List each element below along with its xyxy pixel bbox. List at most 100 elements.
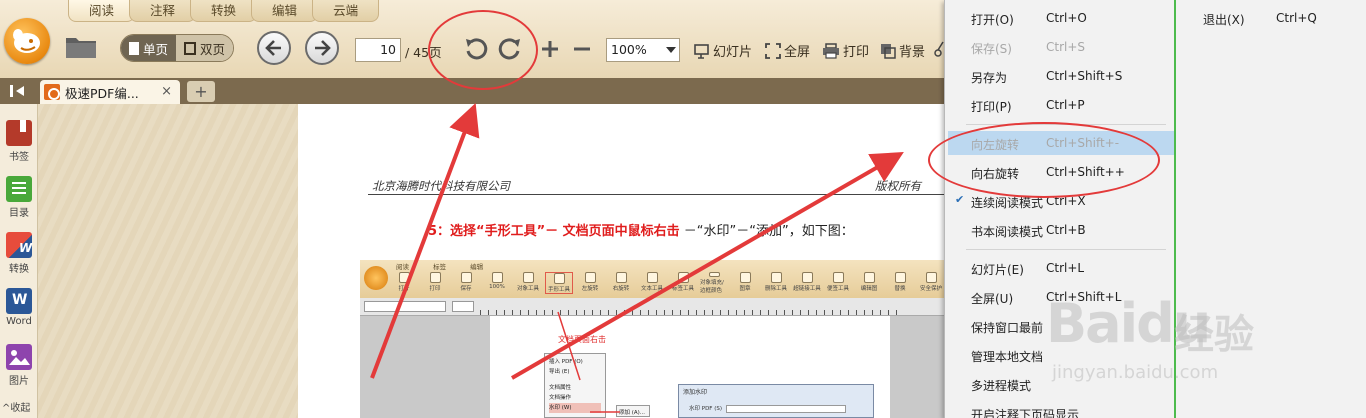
embedded-tool-label: 文本工具 — [640, 286, 663, 292]
embedded-tabs: 阅读 标签 编辑 — [396, 263, 484, 271]
sidebar-item-label: 图片 — [9, 376, 29, 387]
slideshow-button[interactable]: 幻灯片 — [694, 41, 752, 60]
menu-item[interactable]: 打印(P) Ctrl+P — [948, 93, 1174, 117]
embedded-tool-icon — [832, 272, 844, 283]
embedded-dialog-input — [726, 404, 846, 413]
rotate-right-button[interactable] — [497, 36, 523, 62]
sidebar-item-label: Word — [6, 316, 32, 327]
menu-item-shortcut: Ctrl+P — [1046, 98, 1085, 112]
menu-item-shortcut: Ctrl+B — [1046, 223, 1086, 237]
menu-item[interactable]: 向左旋转 Ctrl+Shift+- — [948, 131, 1174, 155]
menu-item[interactable]: 管理本地文档 — [948, 343, 1174, 367]
tab-read[interactable]: 阅读 — [68, 0, 136, 22]
collapse-left-icon — [10, 85, 24, 97]
print-button[interactable]: 打印 — [822, 41, 869, 60]
sidebar-item-bookmark[interactable]: 书签 — [0, 120, 38, 163]
tab-convert[interactable]: 转换 — [190, 0, 258, 22]
embedded-menu-item: 文档属性 — [549, 385, 572, 391]
embedded-submenu: 添加 (A)... — [616, 405, 650, 417]
ribbon-tabs: 阅读 注释 转换 编辑 云端 — [68, 0, 380, 22]
embedded-tool-button: 文本工具 — [638, 272, 666, 294]
sidebar-item-toc[interactable]: 目录 — [0, 176, 38, 219]
double-page-label: 双页 — [200, 41, 226, 57]
embedded-tool-button: 标签工具 — [669, 272, 697, 294]
step-number: 5 — [428, 224, 438, 239]
zoom-out-button[interactable] — [572, 39, 592, 59]
embedded-tool-label: 替换 — [894, 286, 906, 292]
embedded-tool-button: 超链接工具 — [793, 272, 821, 294]
print-label: 打印 — [843, 45, 870, 60]
close-tab-icon[interactable]: × — [161, 84, 172, 99]
page-number-input[interactable]: 10 — [355, 38, 401, 62]
embedded-toolbar: 阅读 标签 编辑 打开 打印 保存 100% 对象工具 手形工具 左旋转 右旋转 文本工具 标签工… — [360, 260, 948, 298]
single-page-icon — [129, 41, 139, 55]
zoom-select[interactable]: 100% — [606, 38, 680, 62]
new-tab-button[interactable]: + — [187, 81, 215, 102]
sidebar-collapse-button[interactable]: ^收起 — [2, 399, 30, 414]
embedded-note: 文档页面右击 — [558, 335, 606, 344]
zoom-in-button[interactable] — [540, 39, 560, 59]
embedded-tool-button: 安全保护 — [917, 272, 945, 294]
image-icon — [6, 344, 32, 370]
menu-item[interactable]: 保存(S) Ctrl+S — [948, 35, 1174, 59]
tab-cloud[interactable]: 云端 — [312, 0, 380, 22]
tab-annotate[interactable]: 注释 — [129, 0, 197, 22]
menu-item-label: 连续阅读模式 — [971, 196, 1044, 210]
menu-item[interactable]: 向右旋转 Ctrl+Shift++ — [948, 160, 1174, 184]
embedded-menu-item: 导出 (E) — [549, 369, 570, 375]
rotate-left-button[interactable] — [463, 36, 489, 62]
menu-item[interactable]: 幻灯片(E) Ctrl+L — [948, 256, 1174, 280]
menu-item-label: 幻灯片(E) — [971, 263, 1024, 277]
background-button[interactable]: 背景 — [880, 41, 925, 60]
sidebar-toggle-button[interactable] — [0, 78, 36, 104]
menu-item[interactable]: 打开(O) Ctrl+O — [948, 6, 1174, 30]
embedded-ruler-ticks — [480, 310, 900, 315]
menu-item[interactable]: 全屏(U) Ctrl+Shift+L — [948, 285, 1174, 309]
menu-column-divider — [1174, 0, 1176, 418]
embedded-tool-icon — [429, 272, 441, 283]
sidebar-item-image[interactable]: 图片 — [0, 344, 38, 387]
menu-item[interactable]: ✔ 连续阅读模式 Ctrl+X — [948, 189, 1174, 213]
tab-edit[interactable]: 编辑 — [251, 0, 319, 22]
app-logo[interactable] — [4, 18, 50, 64]
next-page-button[interactable] — [305, 31, 339, 65]
embedded-tool-icon — [398, 272, 410, 283]
menu-item[interactable]: 多进程模式 — [948, 372, 1174, 396]
menu-item-exit[interactable]: 退出(X) Ctrl+Q — [1180, 6, 1366, 30]
document-tab[interactable]: 极速PDF编... × — [40, 80, 180, 104]
embedded-tool-icon — [863, 272, 875, 283]
embedded-tool-label: 安全保护 — [919, 286, 942, 292]
fullscreen-button[interactable]: 全屏 — [765, 41, 810, 60]
scissors-icon[interactable] — [934, 41, 944, 57]
embedded-tool-icon — [925, 272, 937, 283]
sidebar-panel — [38, 104, 298, 418]
menu-item[interactable]: 另存为 Ctrl+Shift+S — [948, 64, 1174, 88]
toc-icon — [6, 176, 32, 202]
menu-item[interactable]: 书本阅读模式 Ctrl+B — [948, 218, 1174, 242]
embedded-tool-label: 对象填充/边框颜色 — [700, 280, 724, 294]
menu-separator — [966, 124, 1166, 125]
background-label: 背景 — [899, 45, 926, 60]
embedded-tool-label: 100% — [489, 284, 505, 290]
document-tab-title: 极速PDF编... — [65, 85, 139, 101]
sidebar-item-word[interactable]: W Word — [0, 288, 38, 327]
bookmark-icon — [6, 120, 32, 146]
menu-item-label: 打开(O) — [971, 13, 1014, 27]
embedded-tool-icon — [894, 272, 906, 283]
embedded-ruler — [360, 298, 948, 316]
single-page-button[interactable]: 单页 — [121, 35, 177, 61]
step-instruction: 5：选择“手形工具”－ 文档页面中鼠标右击 －“水印”－“添加”，如下图： — [428, 220, 854, 239]
menu-item-label: 书本阅读模式 — [971, 225, 1044, 239]
menu-item[interactable]: 保持窗口最前 — [948, 314, 1174, 338]
embedded-tool-row: 打开 打印 保存 100% 对象工具 手形工具 左旋转 右旋转 文本工具 标签工具 对象填充/边框颜… — [390, 272, 948, 296]
open-folder-button[interactable] — [64, 32, 98, 60]
embedded-dialog-title: 添加水印 — [683, 389, 708, 396]
embedded-tool-button: 图章 — [731, 272, 759, 294]
embedded-tool-icon — [522, 272, 534, 283]
double-page-button[interactable]: 双页 — [176, 35, 234, 61]
sidebar-item-convert[interactable]: W 转换 — [0, 232, 38, 275]
sidebar-item-label: 转换 — [9, 264, 29, 275]
menu-item[interactable]: 开启注释下页码显示 — [948, 401, 1174, 418]
prev-page-button[interactable] — [257, 31, 291, 65]
page-header-left: 北京海腾时代科技有限公司 — [372, 179, 510, 193]
